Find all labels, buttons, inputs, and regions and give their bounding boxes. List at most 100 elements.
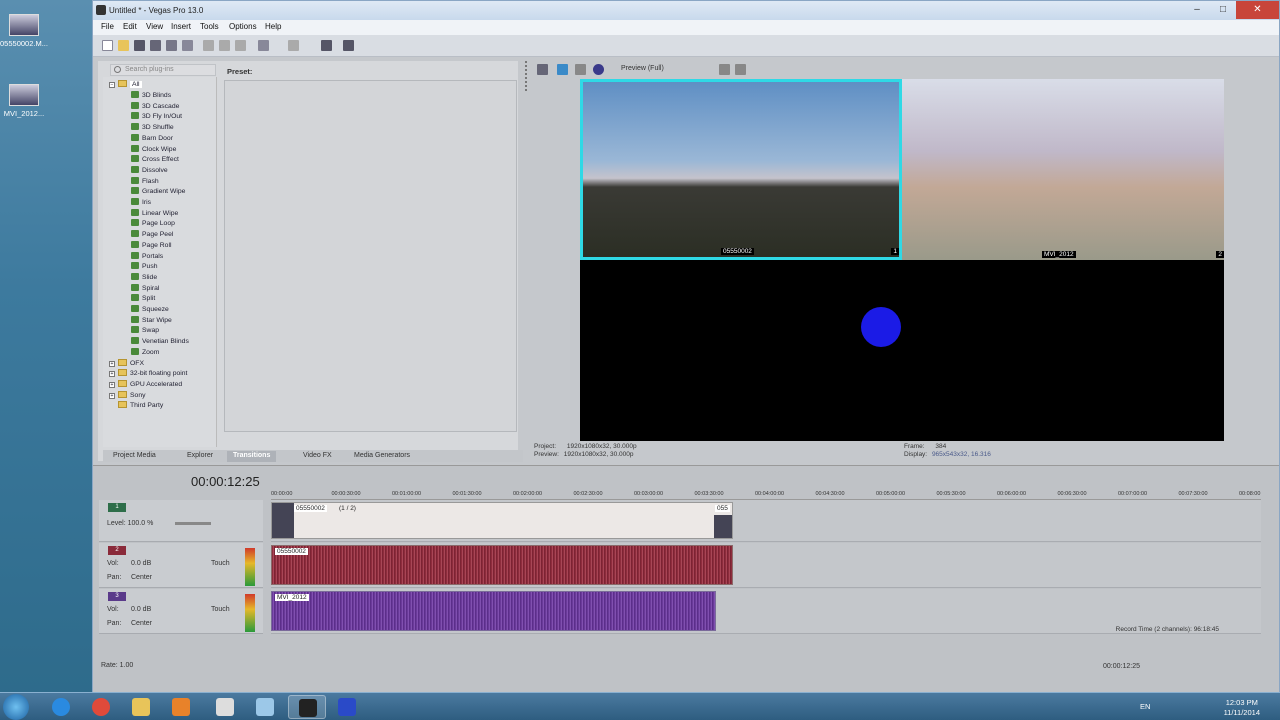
tree-group[interactable]: Third Party bbox=[109, 401, 163, 411]
transition-item[interactable]: Star Wipe bbox=[131, 315, 172, 326]
transition-item[interactable]: Flash bbox=[131, 176, 159, 187]
copy-snapshot-icon[interactable] bbox=[719, 64, 730, 75]
menu-options[interactable]: Options bbox=[229, 22, 257, 31]
expand-icon[interactable]: + bbox=[109, 381, 115, 388]
new-icon[interactable] bbox=[102, 40, 113, 51]
transition-item[interactable]: Page Peel bbox=[131, 230, 173, 240]
title-bar[interactable]: Untitled * - Vegas Pro 13.0 – □ ✕ bbox=[93, 1, 1279, 20]
desktop-icon-file2[interactable]: MVI_2012... bbox=[0, 84, 54, 118]
taskbar-save[interactable] bbox=[328, 695, 366, 719]
tab-explorer[interactable]: Explorer bbox=[181, 451, 219, 462]
transition-item[interactable]: Iris bbox=[131, 198, 151, 208]
open-icon[interactable] bbox=[118, 40, 129, 51]
video-fx-icon[interactable] bbox=[575, 64, 586, 75]
menu-view[interactable]: View bbox=[146, 22, 163, 31]
minimize-button[interactable]: – bbox=[1184, 1, 1210, 19]
preview-settings-icon[interactable] bbox=[537, 64, 548, 75]
menu-edit[interactable]: Edit bbox=[123, 22, 137, 31]
transition-item[interactable]: Squeeze bbox=[131, 305, 169, 315]
taskbar-app[interactable] bbox=[246, 695, 284, 719]
tab-transitions[interactable]: Transitions bbox=[227, 451, 277, 462]
panel-grip[interactable] bbox=[525, 61, 527, 91]
properties-icon[interactable] bbox=[182, 40, 193, 51]
redo-icon[interactable] bbox=[288, 40, 299, 51]
save-as-icon[interactable] bbox=[150, 40, 161, 51]
transition-item[interactable]: 3D Shuffle bbox=[131, 123, 174, 133]
transition-item[interactable]: Slide bbox=[131, 272, 157, 283]
automation-mode[interactable]: Touch bbox=[211, 560, 230, 567]
transition-item[interactable]: Cross Effect bbox=[131, 155, 179, 165]
transition-item[interactable]: Spiral bbox=[131, 283, 159, 294]
tree-group[interactable]: + GPU Accelerated bbox=[109, 379, 182, 390]
copy-icon[interactable] bbox=[219, 40, 230, 51]
transition-item[interactable]: Page Roll bbox=[131, 240, 171, 251]
render-icon[interactable] bbox=[166, 40, 177, 51]
transition-item[interactable]: Swap bbox=[131, 326, 159, 336]
tab-media-generators[interactable]: Media Generators bbox=[348, 451, 416, 462]
track-header-audio-1[interactable]: 2 Vol: 0.0 dB Touch Pan: Center bbox=[99, 543, 263, 588]
transition-item[interactable]: 3D Cascade bbox=[131, 101, 179, 112]
transition-item[interactable]: Zoom bbox=[131, 347, 159, 358]
video-lane[interactable]: 05550002 (1 / 2) 055 bbox=[271, 500, 1261, 542]
save-snapshot-icon[interactable] bbox=[735, 64, 746, 75]
automation-mode[interactable]: Touch bbox=[211, 606, 230, 613]
close-button[interactable]: ✕ bbox=[1236, 1, 1279, 19]
expand-icon[interactable]: + bbox=[109, 371, 115, 378]
expand-icon[interactable]: + bbox=[109, 360, 115, 367]
collapse-icon[interactable]: − bbox=[109, 82, 115, 88]
track-header-audio-2[interactable]: 3 Vol: 0.0 dB Touch Pan: Center bbox=[99, 589, 263, 634]
expand-icon[interactable]: + bbox=[109, 392, 115, 399]
time-ruler[interactable]: 00:00:00 00:00:30:00 00:01:00:00 00:01:30:0… bbox=[271, 488, 1261, 500]
menu-insert[interactable]: Insert bbox=[171, 22, 191, 31]
menu-tools[interactable]: Tools bbox=[200, 22, 219, 31]
transition-item[interactable]: Dissolve bbox=[131, 165, 168, 176]
transition-item[interactable]: 3D Blinds bbox=[131, 91, 171, 101]
video-event[interactable]: 05550002 (1 / 2) 055 bbox=[271, 502, 733, 539]
taskbar-explorer[interactable] bbox=[122, 695, 160, 719]
paste-icon[interactable] bbox=[235, 40, 246, 51]
transition-item[interactable]: Gradient Wipe bbox=[131, 187, 185, 197]
tab-video-fx[interactable]: Video FX bbox=[297, 451, 338, 462]
plugin-search-input[interactable]: Search plug-ins bbox=[110, 64, 216, 76]
cut-icon[interactable] bbox=[203, 40, 214, 51]
menu-help[interactable]: Help bbox=[265, 22, 281, 31]
preview-clip-b[interactable]: MVI_2012 2 bbox=[902, 79, 1224, 260]
transition-item[interactable]: Page Loop bbox=[131, 219, 175, 229]
track-header-video[interactable]: 1 Level: 100.0 % bbox=[99, 500, 263, 542]
clock[interactable]: 12:03 PM 11/11/2014 bbox=[1224, 698, 1260, 718]
maximize-button[interactable]: □ bbox=[1210, 1, 1236, 19]
language-indicator[interactable]: EN bbox=[1140, 702, 1150, 711]
tree-group[interactable]: + Sony bbox=[109, 390, 146, 401]
preset-list[interactable] bbox=[224, 80, 517, 432]
taskbar-ie[interactable] bbox=[42, 695, 80, 719]
save-icon[interactable] bbox=[134, 40, 145, 51]
level-slider[interactable] bbox=[175, 522, 211, 525]
tree-root-all[interactable]: − All bbox=[109, 80, 142, 90]
external-monitor-icon[interactable] bbox=[557, 64, 568, 75]
whats-this-icon[interactable] bbox=[343, 40, 354, 51]
tab-project-media[interactable]: Project Media bbox=[107, 451, 162, 462]
transition-item[interactable]: Push bbox=[131, 262, 158, 272]
transition-item[interactable]: Linear Wipe bbox=[131, 208, 178, 219]
taskbar-vegas[interactable] bbox=[288, 695, 326, 719]
transition-item[interactable]: Venetian Blinds bbox=[131, 337, 189, 347]
transition-item[interactable]: Split bbox=[131, 294, 155, 304]
audio-lane-2[interactable]: MVI_2012 bbox=[271, 589, 1261, 634]
video-preview[interactable]: 05550002 1 MVI_2012 2 bbox=[580, 79, 1224, 441]
start-button[interactable] bbox=[3, 694, 29, 720]
audio-event[interactable]: 05550002 bbox=[271, 545, 733, 585]
audio-event[interactable]: MVI_2012 bbox=[271, 591, 716, 631]
preview-clip-a[interactable]: 05550002 1 bbox=[580, 79, 902, 260]
preview-quality-icon[interactable] bbox=[593, 64, 604, 75]
taskbar-notepad[interactable] bbox=[206, 695, 244, 719]
taskbar-chrome[interactable] bbox=[82, 695, 120, 719]
taskbar-media[interactable] bbox=[162, 695, 200, 719]
edit-tool-icon[interactable] bbox=[321, 40, 332, 51]
preview-quality-dropdown[interactable]: Preview (Full) bbox=[621, 65, 664, 72]
tree-group[interactable]: + OFX bbox=[109, 358, 144, 369]
tree-group[interactable]: +32-bit floating point bbox=[109, 369, 187, 379]
menu-file[interactable]: File bbox=[101, 22, 114, 31]
transition-item[interactable]: Clock Wipe bbox=[131, 144, 176, 155]
desktop-icon-file1[interactable]: 05550002.M... bbox=[0, 14, 54, 48]
transition-item[interactable]: 3D Fly In/Out bbox=[131, 112, 182, 122]
